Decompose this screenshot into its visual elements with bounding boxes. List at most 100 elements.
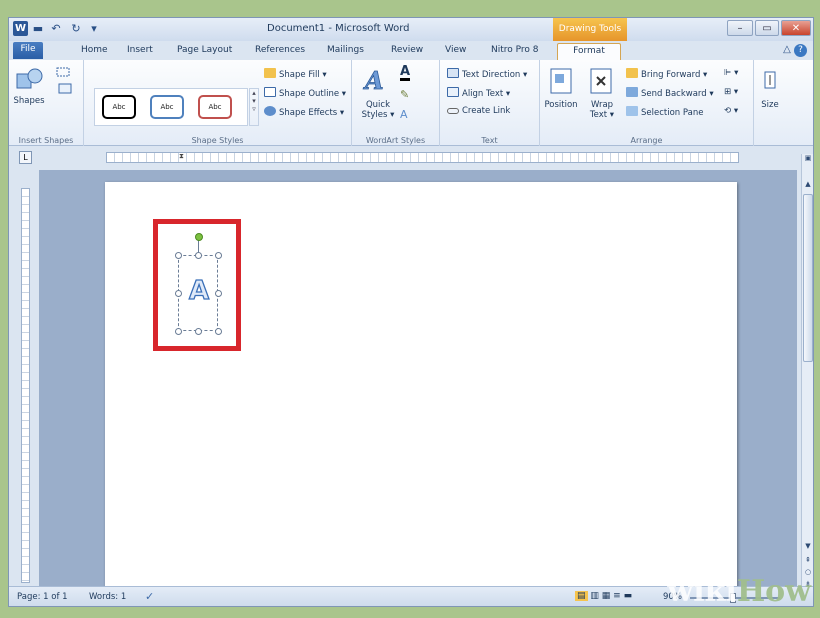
tab-mailings[interactable]: Mailings: [327, 43, 364, 60]
ruler-indent-marker[interactable]: ⧗: [179, 152, 184, 161]
scroll-thumb[interactable]: [803, 194, 813, 362]
resize-handle-right[interactable]: [215, 290, 222, 297]
tab-insert[interactable]: Insert: [127, 43, 153, 60]
quick-styles-label[interactable]: Quick Styles ▾: [358, 100, 398, 120]
bring-forward-button[interactable]: Bring Forward ▾: [626, 68, 707, 80]
save-icon[interactable]: ▬: [31, 22, 45, 36]
group-label-insert-shapes: Insert Shapes: [18, 136, 74, 145]
drawing-tools-context-tab: Drawing Tools: [553, 18, 627, 41]
position-label[interactable]: Position: [540, 100, 582, 110]
tab-file[interactable]: File: [13, 42, 43, 59]
send-backward-button[interactable]: Send Backward ▾: [626, 87, 714, 99]
vertical-ruler[interactable]: [21, 188, 30, 583]
shape-style-1[interactable]: Abc: [102, 95, 136, 119]
selection-pane-icon: [626, 106, 638, 116]
size-label[interactable]: Size: [754, 100, 786, 110]
restore-button[interactable]: ▭: [755, 20, 779, 36]
wrap-text-icon[interactable]: [590, 68, 612, 94]
shape-style-2[interactable]: Abc: [150, 95, 184, 119]
tab-selector-icon[interactable]: L: [19, 151, 32, 164]
full-screen-icon[interactable]: ▥: [590, 591, 599, 601]
align-icon[interactable]: ⊫ ▾: [724, 68, 738, 78]
status-bar: Page: 1 of 1 Words: 1 ✓ ▤ ▥ ▦ ≡ ▬ 90% wi…: [9, 574, 813, 606]
resize-handle-bottom[interactable]: [195, 328, 202, 335]
size-icon[interactable]: [762, 70, 778, 90]
tab-home[interactable]: Home: [81, 43, 108, 60]
rotate-handle[interactable]: [195, 233, 203, 241]
scroll-down-icon[interactable]: ▼: [802, 540, 813, 552]
draft-icon[interactable]: ▬: [624, 591, 633, 601]
svg-text:A: A: [363, 66, 384, 94]
text-effects-icon[interactable]: A: [400, 108, 408, 121]
ruler-toggle-icon[interactable]: ▣: [802, 152, 813, 164]
bring-forward-icon: [626, 68, 638, 78]
tab-format[interactable]: Format: [557, 43, 621, 60]
tab-review[interactable]: Review: [391, 43, 423, 60]
resize-handle-top[interactable]: [195, 252, 202, 259]
tab-nitro-pro[interactable]: Nitro Pro 8: [491, 43, 539, 60]
window-title: Document1 - Microsoft Word: [267, 23, 410, 34]
proofing-icon[interactable]: ✓: [145, 590, 154, 603]
paint-bucket-icon: [264, 68, 276, 78]
minimize-ribbon-icon[interactable]: △: [783, 44, 791, 55]
help-icon[interactable]: ?: [794, 44, 807, 57]
shapes-label[interactable]: Shapes: [11, 96, 47, 106]
print-layout-icon[interactable]: ▤: [575, 591, 588, 601]
group-icon[interactable]: ⊞ ▾: [724, 87, 738, 97]
resize-handle-top-left[interactable]: [175, 252, 182, 259]
horizontal-ruler[interactable]: ⧗: [106, 152, 739, 163]
send-backward-icon: [626, 87, 638, 97]
wordart-text[interactable]: A: [183, 275, 215, 306]
web-layout-icon[interactable]: ▦: [602, 591, 611, 601]
document-area: A: [39, 170, 797, 602]
word-count[interactable]: Words: 1: [89, 592, 126, 602]
previous-page-icon[interactable]: ⇞: [802, 554, 813, 566]
align-text-icon: [447, 87, 459, 97]
text-fill-icon[interactable]: A: [400, 65, 411, 81]
position-icon[interactable]: [550, 68, 572, 94]
text-outline-icon[interactable]: ✎: [400, 88, 409, 101]
create-link-button[interactable]: Create Link: [447, 106, 510, 116]
shape-outline-button[interactable]: Shape Outline ▾: [264, 87, 346, 99]
quick-styles-icon[interactable]: A: [362, 64, 396, 94]
group-text: Text Direction ▾ Align Text ▾ Create Lin…: [440, 60, 540, 146]
ribbon: Shapes Insert Shapes Abc Abc Abc ▴ ▾ ▿ Sha…: [9, 60, 813, 146]
tab-view[interactable]: View: [445, 43, 466, 60]
word-logo-icon[interactable]: W: [13, 21, 28, 36]
shape-effects-button[interactable]: Shape Effects ▾: [264, 106, 344, 118]
gallery-scroll[interactable]: ▴ ▾ ▿: [249, 88, 259, 126]
group-shape-styles: Abc Abc Abc ▴ ▾ ▿ Shape Fill ▾ Shape Outli…: [84, 60, 352, 146]
scroll-up-icon[interactable]: ▲: [802, 178, 813, 190]
shape-fill-button[interactable]: Shape Fill ▾: [264, 68, 327, 80]
document-page[interactable]: A: [105, 182, 737, 602]
wrap-text-label[interactable]: Wrap Text ▾: [584, 100, 620, 120]
resize-handle-bottom-right[interactable]: [215, 328, 222, 335]
selection-pane-button[interactable]: Selection Pane: [626, 106, 703, 118]
shapes-icon[interactable]: [15, 66, 45, 92]
minimize-button[interactable]: –: [727, 20, 753, 36]
redo-icon[interactable]: ↻: [69, 22, 83, 36]
align-text-button[interactable]: Align Text ▾: [447, 87, 510, 99]
effects-icon: [264, 106, 276, 116]
undo-icon[interactable]: ↶: [49, 22, 63, 36]
edit-shape-icon[interactable]: [55, 66, 77, 102]
shape-style-3[interactable]: Abc: [198, 95, 232, 119]
word-window: W ▬ ↶ ↻ ▾ Document1 - Microsoft Word Dra…: [8, 17, 814, 607]
group-arrange: Position Wrap Text ▾ Bring Forward ▾ Send…: [540, 60, 754, 146]
link-icon: [447, 108, 459, 114]
group-label-shape-styles: Shape Styles: [191, 136, 244, 145]
vertical-scrollbar[interactable]: ▣ ▲ ▼ ⇞ ○ ⇟: [801, 154, 813, 590]
close-button[interactable]: ✕: [781, 20, 811, 36]
page-count[interactable]: Page: 1 of 1: [17, 592, 68, 602]
text-direction-button[interactable]: Text Direction ▾: [447, 68, 527, 80]
customize-icon[interactable]: ▾: [87, 22, 101, 36]
rotate-icon[interactable]: ⟲ ▾: [724, 106, 738, 116]
resize-handle-bottom-left[interactable]: [175, 328, 182, 335]
ribbon-tabs: File Home Insert Page Layout References …: [9, 41, 813, 60]
resize-handle-left[interactable]: [175, 290, 182, 297]
outline-icon[interactable]: ≡: [613, 591, 621, 601]
tab-references[interactable]: References: [255, 43, 305, 60]
resize-handle-top-right[interactable]: [215, 252, 222, 259]
wordart-text-box[interactable]: A: [175, 233, 222, 335]
tab-page-layout[interactable]: Page Layout: [177, 43, 232, 60]
